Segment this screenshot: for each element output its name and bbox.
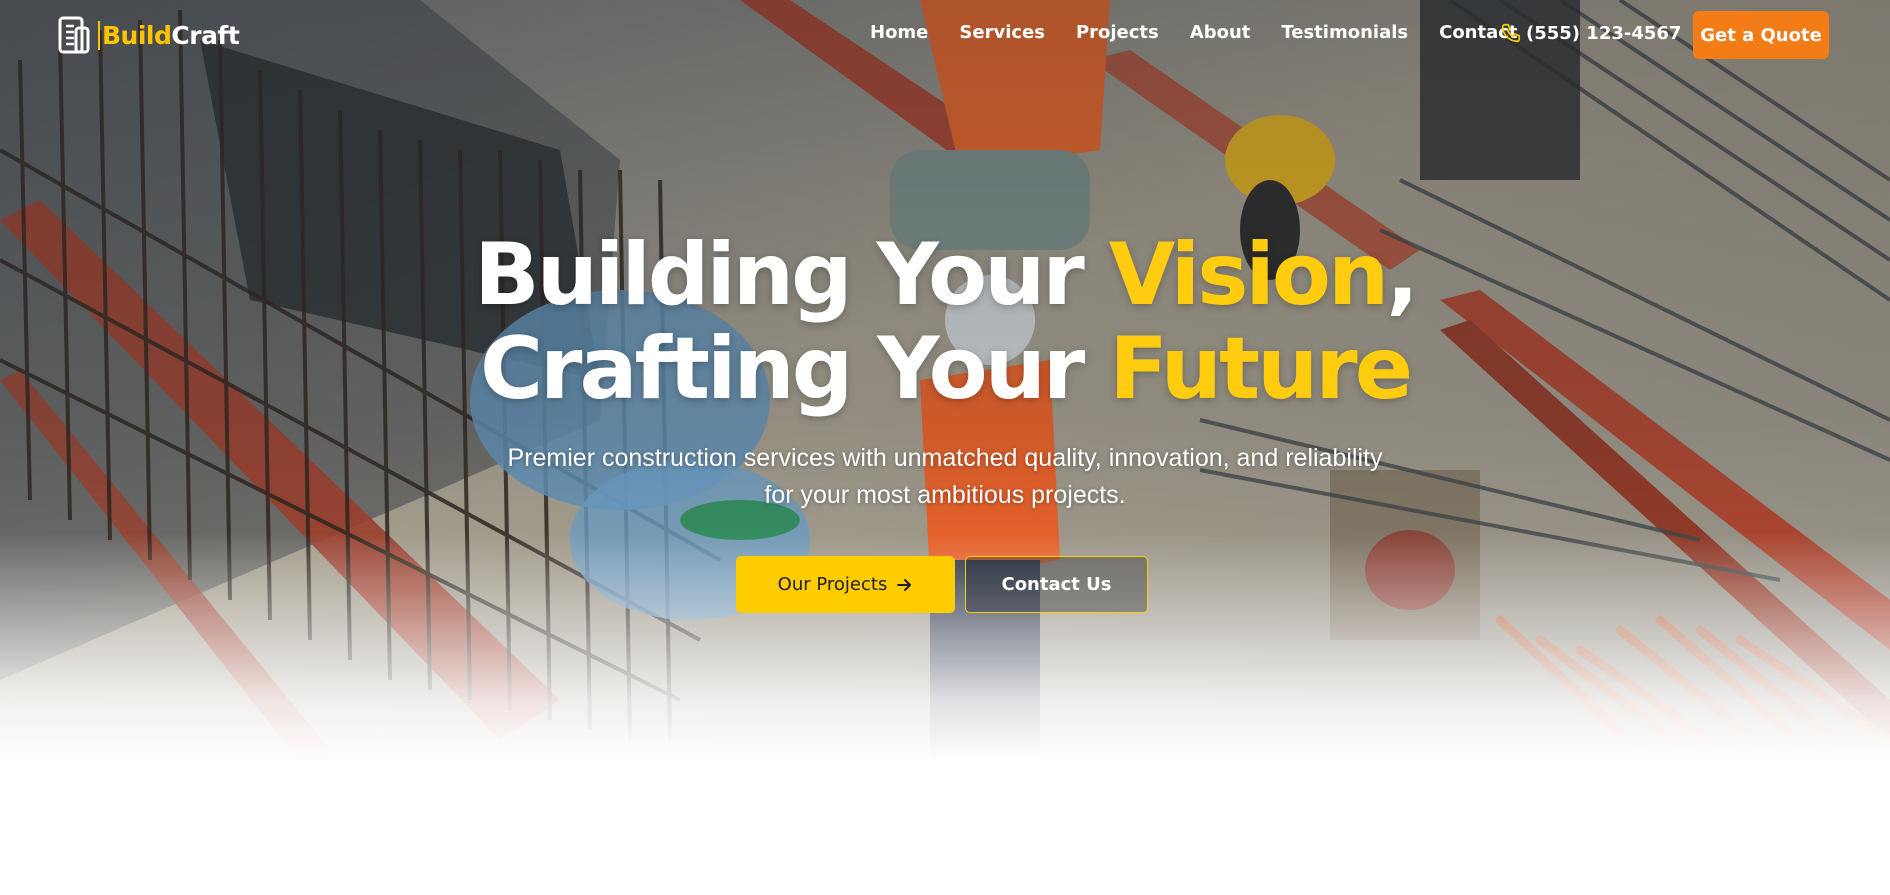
phone-link[interactable]: (555) 123-4567 [1500, 22, 1681, 44]
phone-icon [1501, 23, 1521, 43]
nav-link-testimonials[interactable]: Testimonials [1281, 22, 1408, 43]
hero-subtitle: Premier construction services with unmat… [507, 444, 1383, 509]
nav-link-about[interactable]: About [1190, 22, 1251, 43]
nav-link-home[interactable]: Home [870, 22, 928, 43]
headline-line1-part1: Building Your [474, 225, 1109, 325]
headline-line2-part1: Crafting Your [479, 319, 1110, 419]
contact-us-button[interactable]: Contact Us [965, 556, 1148, 613]
hero-headline: Building Your Vision, Crafting Your Futu… [445, 228, 1445, 416]
get-a-quote-button[interactable]: Get a Quote [1693, 11, 1829, 59]
brand-logo[interactable]: BuildCraft [54, 16, 240, 54]
our-projects-label: Our Projects [777, 574, 888, 595]
top-navigation: BuildCraft Home Services Projects About … [0, 0, 1890, 70]
brand-name-part1: Build [98, 20, 172, 50]
our-projects-button[interactable]: Our Projects [736, 556, 955, 613]
nav-link-services[interactable]: Services [959, 22, 1045, 43]
hero-section: BuildCraft Home Services Projects About … [0, 0, 1890, 762]
headline-highlight-future: Future [1109, 319, 1413, 419]
arrow-right-icon [897, 578, 912, 591]
brand-name-part2: Craft [171, 20, 240, 50]
brand-name: BuildCraft [98, 20, 240, 50]
nav-link-projects[interactable]: Projects [1076, 22, 1159, 43]
headline-line1-comma: , [1386, 225, 1419, 325]
headline-highlight-vision: Vision [1108, 225, 1389, 325]
building-icon [58, 16, 90, 54]
nav-links: Home Services Projects About Testimonial… [870, 22, 1549, 43]
phone-number: (555) 123-4567 [1526, 22, 1682, 44]
